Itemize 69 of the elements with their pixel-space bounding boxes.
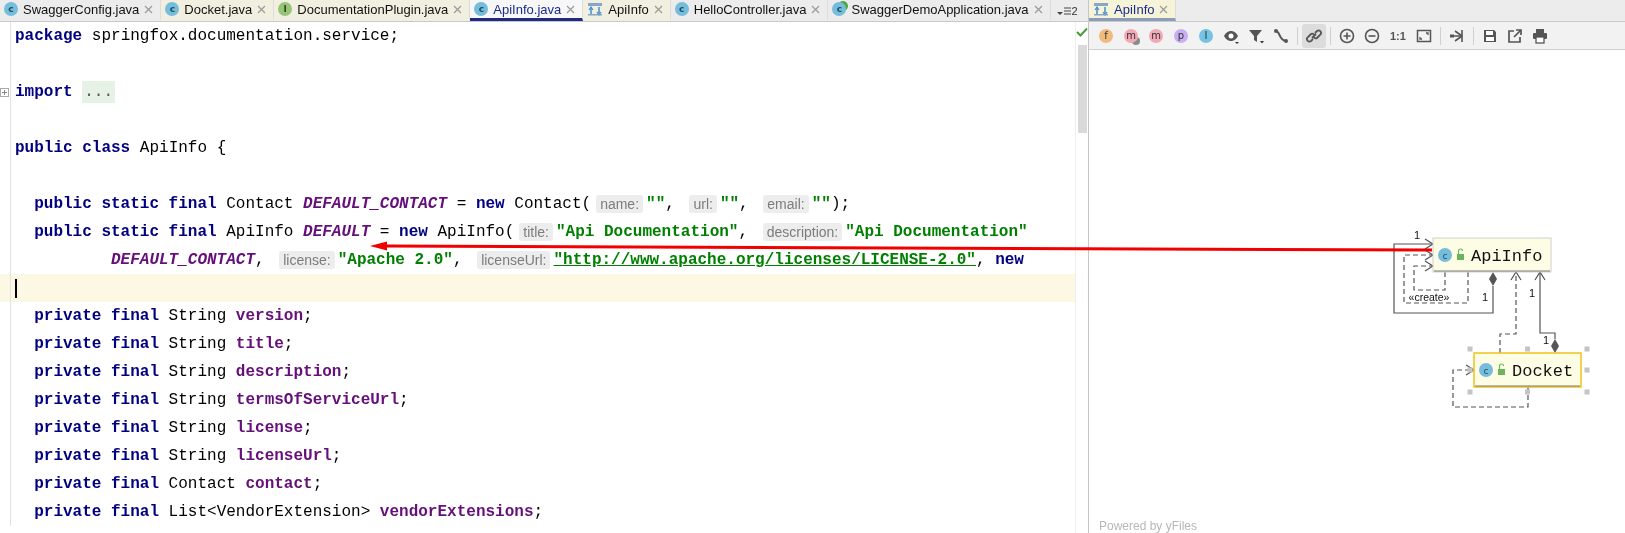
code-text: "Api Documentation" — [845, 223, 1028, 241]
parameter-hint: description: — [762, 223, 843, 241]
check-icon — [1076, 27, 1088, 37]
code-text: private final Contact contact; — [34, 475, 323, 493]
code-text: private final String licenseUrl; — [34, 447, 342, 465]
diagram-tab[interactable]: ApiInfo — [1089, 0, 1177, 21]
class-icon: c — [4, 2, 18, 16]
code-text: "http://www.apache.org/licenses/LICENSE-2.0", new — [553, 251, 1024, 269]
multiplicity-label: 1 — [1413, 229, 1421, 241]
parameter-hint: title: — [519, 223, 553, 241]
diagram-icon — [1093, 2, 1109, 16]
parameter-hint: url: — [689, 195, 717, 213]
code-text: private final String description; — [34, 363, 352, 381]
code-text: private final List<VendorExtension> vendorExtensions; — [34, 503, 544, 521]
lock-icon — [1498, 363, 1505, 375]
class-icon: c — [165, 2, 180, 16]
parameter-hint: name: — [596, 195, 644, 213]
code-text: "", — [719, 195, 750, 213]
code-text: "Apache 2.0", — [337, 251, 464, 269]
code-text: "Api Documentation", — [556, 223, 750, 241]
class-node[interactable] — [1473, 352, 1582, 388]
code-text: private final String version; — [34, 307, 313, 325]
editor-tab[interactable]: c ApiInfo.java — [470, 0, 584, 21]
editor-tab[interactable]: ApiInfo — [583, 0, 671, 21]
code-text: private final String license; — [34, 419, 313, 437]
parameter-hint: email: — [763, 195, 809, 213]
folded-imports[interactable]: ... — [82, 81, 115, 103]
actual-size-button[interactable]: 1:1 — [1385, 25, 1411, 46]
class-name: Docket — [1512, 362, 1574, 381]
multiplicity-label: 1 — [1542, 334, 1549, 346]
scrollbar-thumb[interactable] — [1077, 45, 1087, 133]
class-icon: c — [1438, 248, 1452, 262]
footer-text: Powered by yFiles — [1099, 519, 1198, 533]
tab-overflow-button[interactable]: 2 — [1050, 0, 1078, 21]
editor-tab[interactable]: I DocumentationPlugin.java — [274, 0, 471, 21]
tab-list-icon — [1056, 5, 1071, 16]
stereotype-label: «create» — [1408, 291, 1450, 303]
class-icon: c — [1479, 363, 1493, 377]
code-text: public static final Contact DEFAULT_CONTACT = new Contact( — [34, 195, 592, 213]
multiplicity-label: 1 — [1528, 287, 1536, 299]
letter-circle-icon[interactable]: m — [1149, 28, 1163, 43]
diagram-icon — [587, 2, 604, 16]
application-icon: c — [832, 2, 847, 16]
class-node[interactable] — [1432, 237, 1552, 273]
fold-expand-icon[interactable] — [0, 87, 9, 97]
code-text: public class ApiInfo { — [15, 139, 227, 157]
letter-circle-icon[interactable]: I — [1199, 28, 1213, 43]
link-icon[interactable] — [1302, 23, 1326, 48]
code-text: "", — [646, 195, 676, 213]
lock-icon — [1457, 248, 1464, 260]
multiplicity-label: 1 — [1481, 291, 1489, 303]
code-text: private final String title; — [34, 335, 294, 353]
parameter-hint: license: — [279, 251, 335, 269]
code-text: import — [15, 83, 73, 101]
code-text: private final String termsOfServiceUrl; — [34, 391, 409, 409]
close-icon[interactable] — [566, 4, 576, 14]
letter-circle-icon[interactable]: p — [1174, 28, 1188, 43]
letter-circle-icon[interactable]: f — [1099, 28, 1113, 43]
class-icon: c — [474, 2, 489, 16]
code-text: ""); — [811, 195, 851, 213]
editor-tab[interactable]: c Docket.java — [161, 0, 275, 21]
interface-icon: I — [278, 2, 293, 16]
class-icon: c — [674, 2, 689, 16]
code-text: public static final ApiInfo DEFAULT = new ApiInfo( — [34, 223, 515, 241]
text-cursor — [15, 278, 17, 298]
class-name: ApiInfo — [1471, 247, 1543, 266]
code-text: DEFAULT_CONTACT, — [111, 251, 266, 269]
parameter-hint: licenseUrl: — [477, 251, 551, 269]
code-text: package springfox.documentation.service; — [15, 27, 400, 45]
